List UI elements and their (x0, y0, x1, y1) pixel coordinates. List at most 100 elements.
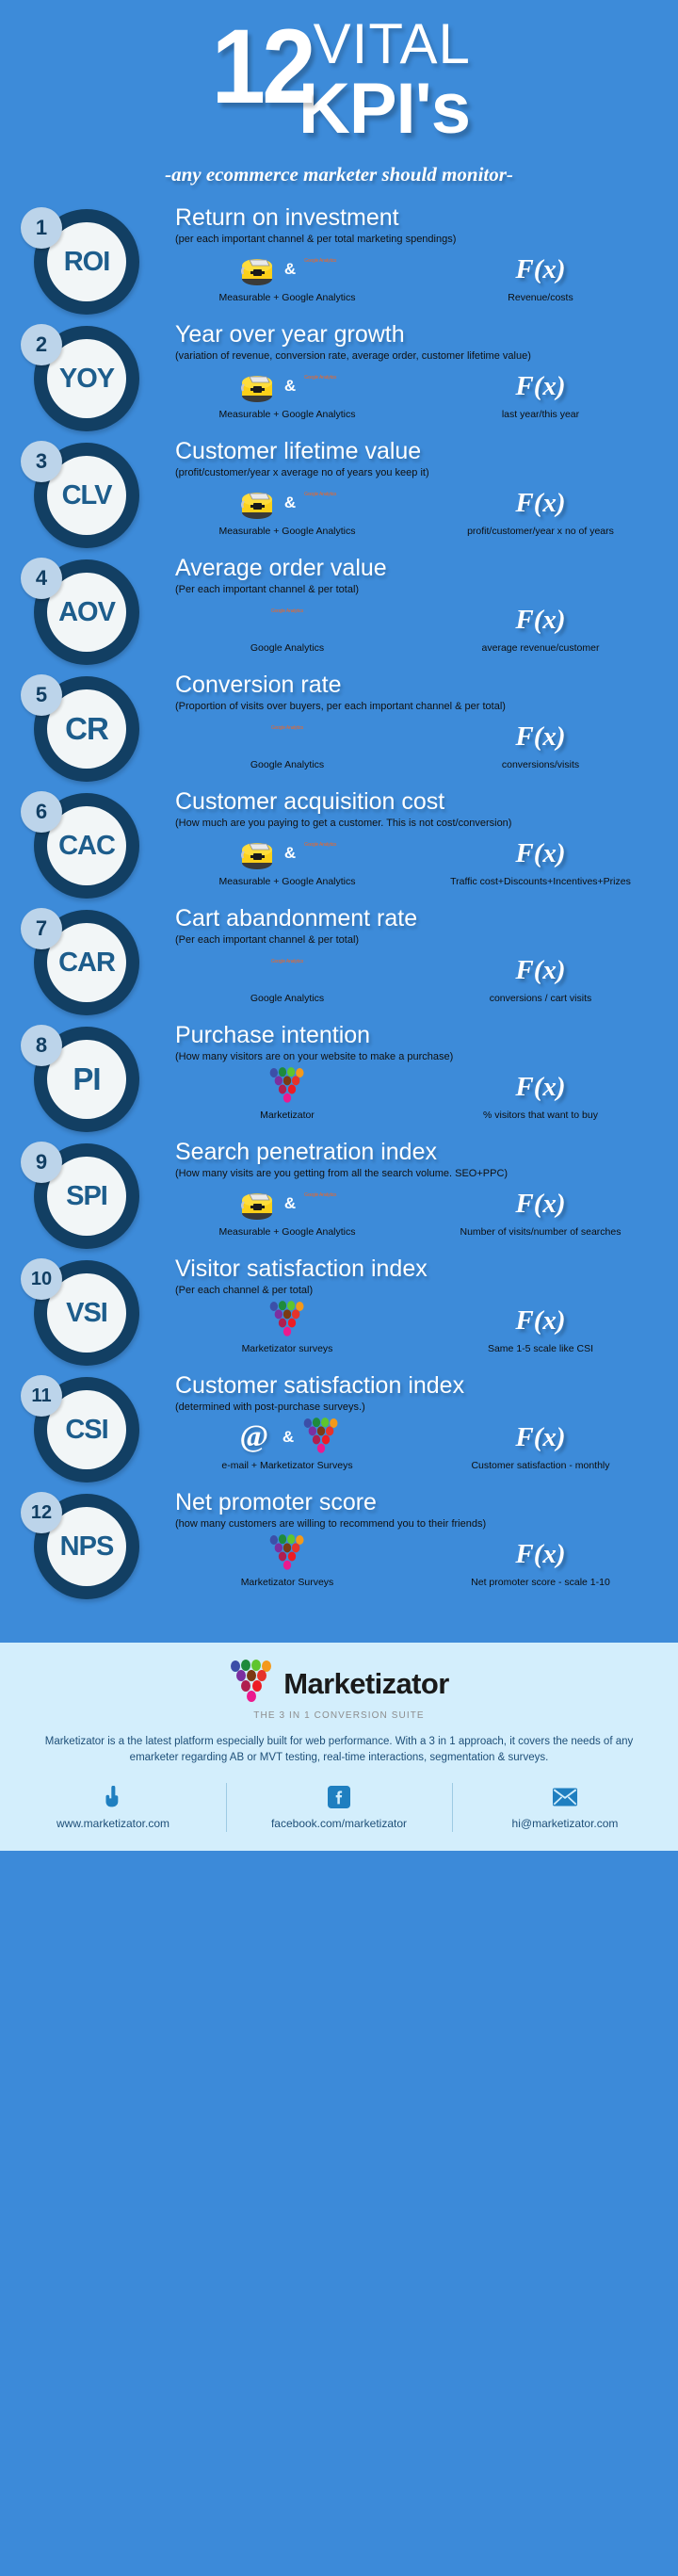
measurable-icon (238, 1185, 276, 1223)
kpi-subtitle: (variation of revenue, conversion rate, … (175, 349, 531, 362)
kpi-abbreviation: ROI (63, 246, 111, 277)
kpi-formula: F(x) conversions / cart visits (399, 948, 678, 1004)
kpi-subtitle: (How many visits are you getting from al… (175, 1167, 508, 1179)
kpi-row: AOV 4 Average order value (Per each importa… (0, 554, 678, 671)
facebook-icon[interactable] (226, 1785, 452, 1809)
kpi-title: Average order value (175, 555, 387, 582)
kpi-formula-caption: profit/customer/year x no of years (467, 525, 614, 537)
kpi-badge: ROI 1 (21, 207, 145, 316)
kpi-tool-icons (175, 1532, 399, 1576)
kpi-formula: F(x) Traffic cost+Discounts+Incentives+Pr… (399, 832, 678, 887)
kpi-title: Visitor satisfaction index (175, 1256, 428, 1283)
kpi-body: Return on investment (per each important … (175, 203, 678, 316)
kpi-formula: F(x) Net promoter score - scale 1-10 (399, 1532, 678, 1588)
kpi-formula-caption: conversions / cart visits (489, 992, 592, 1004)
google-analytics-icon: Google Analytics (304, 250, 336, 289)
kpi-tools-caption: Measurable + Google Analytics (218, 525, 356, 537)
kpi-tools: & Google Analytics Measurable + Google Ana… (175, 365, 399, 420)
google-analytics-icon: Google Analytics (304, 366, 336, 406)
kpi-badge: VSI 10 (21, 1258, 145, 1368)
kpi-badge: CR 5 (21, 674, 145, 784)
kpi-abbreviation: CR (65, 711, 109, 747)
kpi-formula: F(x) Revenue/costs (399, 248, 678, 303)
kpi-lower: & Google Analytics Measurable + Google Ana… (175, 365, 678, 420)
kpi-lower: Marketizator Surveys F(x) Net promoter sco… (175, 1532, 678, 1588)
kpi-formula-caption: last year/this year (501, 408, 580, 420)
footer-links: www.marketizator.com facebook.com/marketi… (0, 1782, 678, 1832)
kpi-subtitle: (per each important channel & per total … (175, 233, 457, 245)
kpi-badge: CAR 7 (21, 908, 145, 1017)
kpi-badge: YOY 2 (21, 324, 145, 433)
kpi-abbreviation: AOV (58, 596, 116, 627)
kpi-row: ROI 1 Return on investment (per each import… (0, 203, 678, 320)
footer-link-text[interactable]: hi@marketizator.com (452, 1817, 678, 1830)
kpi-formula: F(x) Same 1-5 scale like CSI (399, 1299, 678, 1354)
kpi-badge: CLV 3 (21, 441, 145, 550)
marketizator-icon (268, 1300, 306, 1341)
kpi-formula: F(x) Customer satisfaction - monthly (399, 1416, 678, 1471)
measurable-icon (238, 367, 276, 405)
kpi-tool-icons: Google Analytics (175, 948, 399, 992)
footer-link[interactable]: www.marketizator.com (0, 1785, 226, 1830)
kpi-abbreviation: CSI (65, 1414, 108, 1445)
kpi-formula-symbol: F(x) (515, 487, 566, 518)
kpi-lower: Marketizator surveys F(x) Same 1-5 scale l… (175, 1299, 678, 1354)
kpi-lower: Marketizator F(x) % visitors that want to … (175, 1065, 678, 1121)
kpi-formula-symbol: F(x) (515, 1304, 566, 1336)
kpi-tool-icons: & Google Analytics (175, 481, 399, 525)
kpi-formula-symbol: F(x) (515, 1421, 566, 1452)
kpi-formula-symbol: F(x) (515, 837, 566, 868)
brand-tagline: THE 3 IN 1 CONVERSION SUITE (253, 1710, 425, 1722)
kpi-tool-icons (175, 1065, 399, 1109)
kpi-body: Visitor satisfaction index (Per each chan… (175, 1255, 678, 1368)
kpi-title: Conversion rate (175, 672, 342, 699)
kpi-row: PI 8 Purchase intention (How many visitors … (0, 1021, 678, 1138)
ampersand-separator: & (283, 259, 297, 278)
kpi-formula: F(x) conversions/visits (399, 715, 678, 770)
measurable-icon (238, 834, 276, 872)
kpi-lower: & Google Analytics Measurable + Google Ana… (175, 481, 678, 537)
kpi-formula-symbol: F(x) (515, 1188, 566, 1219)
footer-link[interactable]: facebook.com/marketizator (226, 1782, 452, 1832)
kpi-abbreviation: CAC (58, 830, 116, 861)
measurable-icon (238, 251, 276, 288)
kpi-formula-caption: Traffic cost+Discounts+Incentives+Prizes (450, 875, 631, 887)
kpi-formula-caption: Net promoter score - scale 1-10 (471, 1576, 610, 1588)
footer-link[interactable]: hi@marketizator.com (452, 1782, 678, 1832)
kpi-formula-caption: Number of visits/number of searches (460, 1225, 622, 1238)
kpi-formula-symbol: F(x) (515, 721, 566, 752)
kpi-title: Year over year growth (175, 321, 405, 348)
kpi-subtitle: (Per each channel & per total) (175, 1284, 314, 1296)
kpi-abbreviation: NPS (59, 1531, 115, 1562)
kpi-title: Net promoter score (175, 1489, 377, 1516)
ampersand-separator: & (282, 1427, 295, 1446)
kpi-row: VSI 10 Visitor satisfaction index (Per each… (0, 1255, 678, 1371)
kpi-abbreviation: YOY (58, 363, 115, 394)
ampersand-separator: & (283, 493, 297, 511)
kpi-tool-icons (175, 1299, 399, 1342)
pointing-hand-icon[interactable] (0, 1785, 226, 1809)
kpi-lower: Google Analytics Google Analytics F(x) conv… (175, 715, 678, 770)
kpi-tools: @ & e-mail + Marketizator Surveys (175, 1416, 399, 1471)
kpi-formula-symbol: F(x) (515, 370, 566, 401)
kpi-body: Cart abandonment rate (Per each important… (175, 904, 678, 1017)
google-analytics-icon: Google Analytics (271, 600, 303, 640)
kpi-row: CAR 7 Cart abandonment rate (Per each impor… (0, 904, 678, 1021)
footer-link-text[interactable]: www.marketizator.com (0, 1817, 226, 1830)
kpi-row: CSI 11 Customer satisfaction index (determi… (0, 1371, 678, 1488)
marketizator-icon (302, 1417, 340, 1458)
envelope-icon[interactable] (452, 1785, 678, 1809)
kpi-abbreviation: CAR (58, 947, 116, 978)
kpi-formula-caption: Revenue/costs (508, 291, 573, 303)
kpi-tools: & Google Analytics Measurable + Google Ana… (175, 248, 399, 303)
header-subtitle: -any ecommerce marketer should monitor- (165, 163, 513, 186)
kpi-subtitle: (profit/customer/year x average no of ye… (175, 466, 429, 478)
kpi-title: Customer acquisition cost (175, 788, 445, 816)
kpi-formula-caption: Same 1-5 scale like CSI (487, 1342, 594, 1354)
kpi-row: CR 5 Conversion rate (Proportion of visits … (0, 671, 678, 787)
footer-link-text[interactable]: facebook.com/marketizator (226, 1817, 452, 1830)
kpi-tool-icons: @ & (175, 1416, 399, 1459)
kpi-formula: F(x) Number of visits/number of searches (399, 1182, 678, 1238)
kpi-row: YOY 2 Year over year growth (variation of r… (0, 320, 678, 437)
kpi-badge: AOV 4 (21, 558, 145, 667)
